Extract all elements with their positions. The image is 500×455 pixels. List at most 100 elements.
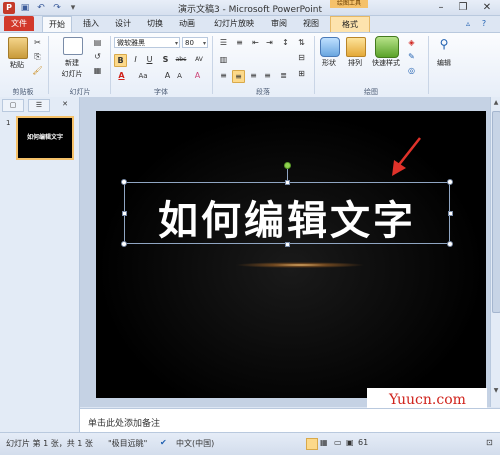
bold-button[interactable]: B [114,54,127,67]
increase-indent-icon[interactable]: ⇥ [264,37,275,48]
tab-insert[interactable]: 插入 [78,16,104,31]
quick-styles-icon[interactable] [375,36,399,58]
tab-slideshow[interactable]: 幻灯片放映 [208,16,260,31]
resize-handle-left[interactable] [122,211,127,216]
arrow-shaft [397,137,421,167]
normal-view-icon[interactable] [306,438,318,450]
resize-handle-right[interactable] [448,211,453,216]
slide-info: 幻灯片 第 1 张，共 1 张 [6,439,93,448]
shapes-icon[interactable] [320,37,340,57]
tab-transitions[interactable]: 切换 [142,16,168,31]
help-icon[interactable]: ? [478,16,490,31]
tab-review[interactable]: 审阅 [266,16,292,31]
quick-styles-label[interactable]: 快速样式 [366,58,406,68]
paste-icon[interactable] [8,37,28,59]
tab-view[interactable]: 视图 [298,16,324,31]
cut-icon[interactable]: ✂ [32,37,43,48]
align-center-icon[interactable]: ≡ [232,70,245,83]
slide-sorter-icon[interactable]: ▦ [320,438,328,447]
resize-handle-bottom-left[interactable] [121,241,127,247]
italic-button[interactable]: I [130,54,141,65]
clear-format-button[interactable]: A [192,70,203,81]
new-slide-label-2[interactable]: 幻灯片 [56,69,88,79]
underline-button[interactable]: U [144,54,155,65]
decrease-indent-icon[interactable]: ⇤ [250,37,261,48]
slideshow-icon[interactable]: ▣ [346,438,354,447]
arrange-icon[interactable] [346,37,366,57]
text-direction-icon[interactable]: ⇅ [296,37,307,48]
minimize-icon[interactable]: – [430,0,452,14]
paragraph-group-label: 段落 [256,88,270,96]
vertical-scrollbar[interactable]: ▲ ▼ [490,97,500,407]
restore-icon[interactable]: ❐ [452,0,474,14]
close-pane-icon[interactable]: ✕ [58,99,72,110]
shape-outline-icon[interactable]: ✎ [406,51,417,62]
drawing-tools-label: 绘图工具 [330,0,368,8]
zoom-level[interactable]: 61 [358,438,368,447]
resize-handle-top-right[interactable] [447,179,453,185]
scroll-thumb[interactable] [492,111,500,313]
shape-effects-icon[interactable]: ◎ [406,65,417,76]
align-text-icon[interactable]: ⊟ [296,52,307,63]
language[interactable]: 中文(中国) [176,438,214,449]
shape-fill-icon[interactable]: ◈ [406,37,417,48]
tab-file[interactable]: 文件 [4,16,34,31]
shapes-label[interactable]: 形状 [316,58,342,68]
copy-icon[interactable]: ⎘ [32,51,43,62]
close-icon[interactable]: ✕ [476,0,498,14]
slide-thumbnail[interactable]: 如何编辑文字 [16,116,74,160]
notes-pane[interactable]: 单击此处添加备注 [80,408,500,433]
reset-icon[interactable]: ↺ [92,51,103,62]
change-case-button[interactable]: Aa [136,70,150,81]
layout-icon[interactable]: ▤ [92,37,103,48]
binoculars-icon[interactable]: ⚲ [436,37,452,53]
new-slide-icon[interactable] [63,37,83,55]
scroll-down-icon[interactable]: ▼ [492,387,500,395]
numbering-icon[interactable]: ≡ [234,37,245,48]
smartart-icon[interactable]: ⊞ [296,68,307,79]
rotation-handle[interactable] [284,162,291,169]
paste-button-label[interactable]: 粘贴 [5,60,29,70]
resize-handle-top-left[interactable] [121,179,127,185]
tab-design[interactable]: 设计 [110,16,136,31]
arrange-label[interactable]: 排列 [342,58,368,68]
slide-canvas[interactable] [96,111,486,398]
scroll-up-icon[interactable]: ▲ [492,99,500,107]
resize-handle-top[interactable] [285,180,290,185]
reading-view-icon[interactable]: ▭ [334,438,342,447]
separator [314,36,315,94]
char-spacing-button[interactable]: AV [192,54,206,65]
editing-label[interactable]: 编辑 [430,58,458,68]
align-left-icon[interactable]: ≡ [218,70,229,81]
resize-handle-bottom[interactable] [285,242,290,247]
shrink-font-button[interactable]: A [174,70,185,81]
format-painter-icon[interactable]: 🖌 [32,65,43,76]
distributed-icon[interactable]: ≣ [278,70,289,81]
section-icon[interactable]: ▦ [92,65,103,76]
font-size-combo[interactable]: 80 ▾ [182,37,208,48]
grow-font-button[interactable]: A [162,70,173,81]
tab-outline-view[interactable]: ☰ [28,99,50,112]
minimize-ribbon-icon[interactable]: ▵ [462,16,474,31]
tab-home[interactable]: 开始 [42,16,72,32]
font-color-button[interactable]: A [116,70,127,81]
justify-icon[interactable]: ≡ [262,70,273,81]
tab-slides-view[interactable]: ▢ [2,99,24,112]
bullets-icon[interactable]: ☰ [218,37,229,48]
font-name-combo[interactable]: 微软雅黑 ▾ [114,37,180,48]
dropdown-icon: ▾ [202,40,206,47]
align-right-icon[interactable]: ≡ [248,70,259,81]
spellcheck-icon[interactable]: ✔ [160,438,167,447]
line-spacing-icon[interactable]: ↕ [280,37,291,48]
tab-animations[interactable]: 动画 [174,16,200,31]
tab-format[interactable]: 格式 [330,16,370,32]
resize-handle-bottom-right[interactable] [447,241,453,247]
shadow-button[interactable]: S [160,54,171,65]
fit-window-icon[interactable]: ⊡ [486,438,493,447]
columns-icon[interactable]: ▥ [218,54,229,65]
slide-title[interactable]: 如何编辑文字 [124,188,450,246]
clipboard-group-label: 剪贴板 [12,88,34,96]
new-slide-label[interactable]: 新建 [56,58,88,68]
notes-placeholder[interactable]: 单击此处添加备注 [88,416,160,429]
strikethrough-button[interactable]: abc [174,54,188,65]
